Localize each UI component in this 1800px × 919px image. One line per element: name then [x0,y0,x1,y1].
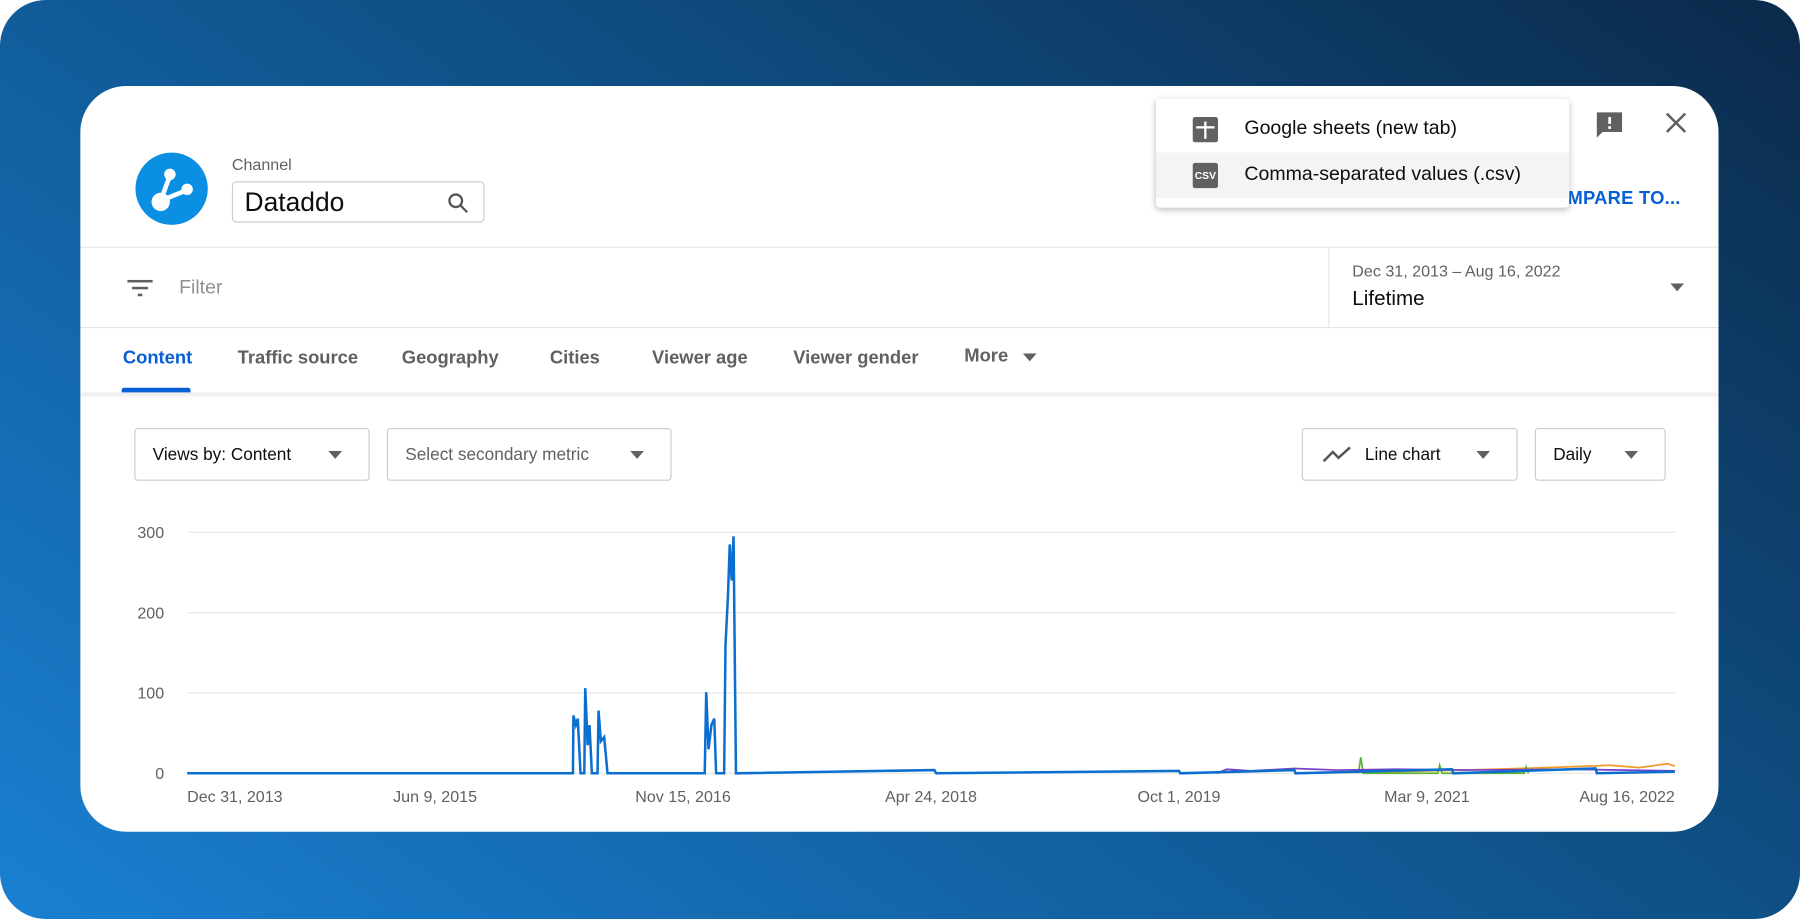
x-tick-label: Aug 16, 2022 [1579,788,1675,806]
x-tick-label: Dec 31, 2013 [187,788,283,806]
y-tick-label: 200 [137,604,164,622]
analytics-card: Channel Dataddo COMPARE TO... Filter Dec… [80,86,1719,832]
background: Channel Dataddo COMPARE TO... Filter Dec… [0,0,1800,919]
menu-item-csv[interactable]: CSV Comma-separated values (.csv) [1155,152,1570,199]
x-tick-label: Jun 9, 2015 [393,788,477,806]
x-tick-label: Mar 9, 2021 [1384,788,1470,806]
y-tick-label: 300 [137,524,164,542]
menu-item-label: Google sheets (new tab) [1244,117,1458,139]
menu-item-google-sheets[interactable]: Google sheets (new tab) [1156,107,1569,153]
y-tick-label: 0 [155,765,164,783]
x-tick-label: Oct 1, 2019 [1137,788,1220,806]
y-tick-label: 100 [137,685,164,703]
export-menu: Google sheets (new tab) CSV Comma-separa… [1155,98,1570,208]
x-tick-label: Nov 15, 2016 [635,788,731,806]
csv-icon: CSV [1192,162,1218,189]
sheets-icon [1192,117,1218,143]
menu-item-label: Comma-separated values (.csv) [1244,162,1521,185]
x-tick-label: Apr 24, 2018 [885,788,977,806]
series-line-0 [187,536,1675,775]
